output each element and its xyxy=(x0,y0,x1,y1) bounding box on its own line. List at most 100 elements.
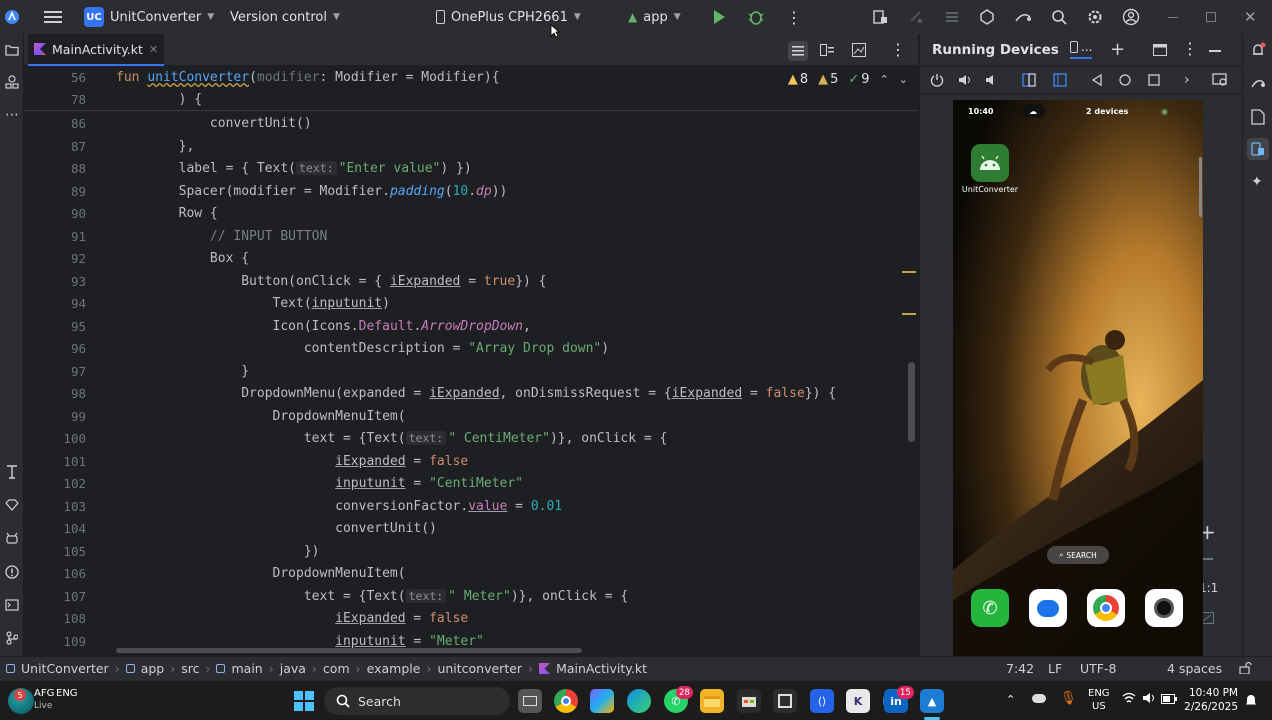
notifications-icon[interactable] xyxy=(1250,42,1266,62)
breadcrumb-item[interactable]: main xyxy=(231,661,262,676)
gemini-sparkle-icon[interactable]: ✦ xyxy=(1251,174,1263,190)
breadcrumb-item[interactable]: unitconverter xyxy=(437,661,522,676)
breadcrumb-item[interactable]: UnitConverter xyxy=(21,661,109,676)
apply-changes-icon[interactable] xyxy=(908,0,924,34)
file-encoding[interactable]: UTF-8 xyxy=(1080,661,1116,676)
home-icon[interactable] xyxy=(1119,74,1131,90)
microphone-icon[interactable]: 🎙 xyxy=(1060,691,1077,706)
battery-icon[interactable] xyxy=(1161,693,1177,708)
taskbar-search-box[interactable]: Search xyxy=(324,687,510,715)
build-variants-icon[interactable] xyxy=(0,461,24,483)
file-explorer-icon[interactable] xyxy=(700,689,724,713)
rotate-right-icon[interactable] xyxy=(1053,73,1067,91)
settings-gear-icon[interactable] xyxy=(1087,0,1103,34)
unitconverter-app-icon[interactable] xyxy=(971,144,1009,182)
minimize-window-button[interactable] xyxy=(1168,0,1178,34)
input-region[interactable]: US xyxy=(1092,701,1106,712)
breadcrumb-item[interactable]: src xyxy=(181,661,199,676)
app-icon[interactable] xyxy=(773,689,797,713)
camera-icon[interactable] xyxy=(1145,589,1183,627)
breadcrumb-item[interactable]: app xyxy=(141,661,165,676)
wifi-icon[interactable] xyxy=(1122,692,1136,708)
android-studio-logo-icon[interactable] xyxy=(4,0,20,34)
input-language[interactable]: ENG xyxy=(1088,688,1110,699)
rotate-left-icon[interactable] xyxy=(1022,73,1036,91)
device-file-explorer-icon[interactable] xyxy=(1251,109,1265,129)
vertical-scrollbar[interactable] xyxy=(908,362,915,442)
close-tab-icon[interactable]: ✕ xyxy=(149,43,158,56)
chevron-up-icon[interactable]: ⌃ xyxy=(1006,693,1015,706)
breadcrumb-item[interactable]: MainActivity.kt xyxy=(556,661,647,676)
run-button[interactable] xyxy=(712,0,726,34)
split-view-icon[interactable] xyxy=(820,44,834,60)
device-tab[interactable]: ... xyxy=(1070,40,1093,59)
close-window-button[interactable]: ✕ xyxy=(1244,0,1257,34)
phone-dialer-icon[interactable]: ✆ xyxy=(971,589,1009,627)
run-config-selector[interactable]: ▲ app ▼ xyxy=(628,0,681,34)
taskbar-date[interactable]: 2/26/2025 xyxy=(1180,701,1238,713)
overview-icon[interactable] xyxy=(1148,74,1160,90)
more-tools-icon[interactable]: ⋯ xyxy=(0,104,24,126)
back-icon[interactable] xyxy=(1091,73,1102,90)
messages-icon[interactable] xyxy=(1029,589,1067,627)
design-view-icon[interactable] xyxy=(852,43,866,61)
problems-icon[interactable] xyxy=(0,561,24,583)
volume-up-icon[interactable] xyxy=(958,73,972,91)
running-devices-tool-icon[interactable] xyxy=(1247,138,1269,160)
git-branch-icon[interactable] xyxy=(0,627,24,649)
windows-start-icon[interactable] xyxy=(292,689,316,713)
code-view-button[interactable] xyxy=(788,41,808,61)
window-layout-icon[interactable] xyxy=(1153,44,1167,60)
volume-icon[interactable] xyxy=(1142,692,1156,708)
power-icon[interactable] xyxy=(930,73,944,91)
android-robot-icon[interactable] xyxy=(0,527,24,549)
breadcrumb-item[interactable]: com xyxy=(323,661,350,676)
chevron-up-icon[interactable]: ⌃ xyxy=(880,73,889,86)
error-stripe-mark[interactable] xyxy=(902,271,916,273)
hide-panel-icon[interactable] xyxy=(1209,50,1221,52)
project-switcher[interactable]: UC UnitConverter ▼ xyxy=(84,0,214,34)
breadcrumb-item[interactable]: java xyxy=(280,661,306,676)
chrome-taskbar-icon[interactable] xyxy=(554,689,578,713)
debug-button[interactable] xyxy=(747,0,765,34)
vscode-icon[interactable]: ⟨⟩ xyxy=(810,689,834,713)
indent-setting[interactable]: 4 spaces xyxy=(1167,661,1222,676)
chevron-down-icon[interactable]: ⌄ xyxy=(899,73,908,86)
breadcrumb-item[interactable]: example xyxy=(367,661,421,676)
volume-down-icon[interactable] xyxy=(985,73,999,91)
resource-manager-icon[interactable] xyxy=(0,71,24,93)
copilot-icon[interactable] xyxy=(590,689,614,713)
panel-options-icon[interactable]: ⋮ xyxy=(1182,39,1198,58)
taskbar-clock[interactable]: 10:40 PM xyxy=(1186,687,1238,699)
main-menu-icon[interactable] xyxy=(44,0,62,34)
more-actions-icon[interactable]: ⋮ xyxy=(786,0,802,34)
error-stripe-mark[interactable] xyxy=(902,313,916,315)
gradle-icon[interactable] xyxy=(1250,76,1266,94)
folder-icon[interactable] xyxy=(0,39,24,61)
onedrive-icon[interactable] xyxy=(1032,694,1046,703)
microsoft-store-icon[interactable] xyxy=(737,689,761,713)
device-manager-icon[interactable] xyxy=(872,0,888,34)
edge-icon[interactable] xyxy=(627,689,651,713)
rider-icon[interactable]: K xyxy=(846,689,870,713)
terminal-icon[interactable] xyxy=(0,594,24,616)
version-control-menu[interactable]: Version control ▼ xyxy=(230,0,340,34)
maximize-window-button[interactable] xyxy=(1206,0,1216,34)
caret-position[interactable]: 7:42 xyxy=(1006,661,1034,676)
lock-icon[interactable] xyxy=(1239,661,1253,677)
gem-icon[interactable] xyxy=(0,494,24,516)
tab-mainactivity[interactable]: MainActivity.kt ✕ xyxy=(28,34,165,66)
apply-code-changes-icon[interactable] xyxy=(944,0,960,34)
notification-bell-icon[interactable] xyxy=(1244,693,1258,711)
profiler-icon[interactable] xyxy=(979,0,995,34)
device-screen[interactable]: 10:40 ☁ 2 devices ◉ UnitConverter ⌕ SEARC… xyxy=(953,100,1203,656)
add-device-icon[interactable]: + xyxy=(1110,39,1125,60)
chrome-icon[interactable] xyxy=(1087,589,1125,627)
active-studio-icon[interactable]: ▲ xyxy=(920,689,944,713)
account-icon[interactable] xyxy=(1122,0,1140,34)
inspection-widget[interactable]: ▲ 8 ▲ 5 ✓ 9 ⌃ ⌄ xyxy=(788,72,908,87)
line-separator[interactable]: LF xyxy=(1048,661,1062,676)
chevron-right-icon[interactable]: › xyxy=(1184,72,1190,88)
horizontal-scrollbar[interactable] xyxy=(116,648,582,653)
phone-search-pill[interactable]: ⌕ SEARCH xyxy=(1047,546,1109,564)
